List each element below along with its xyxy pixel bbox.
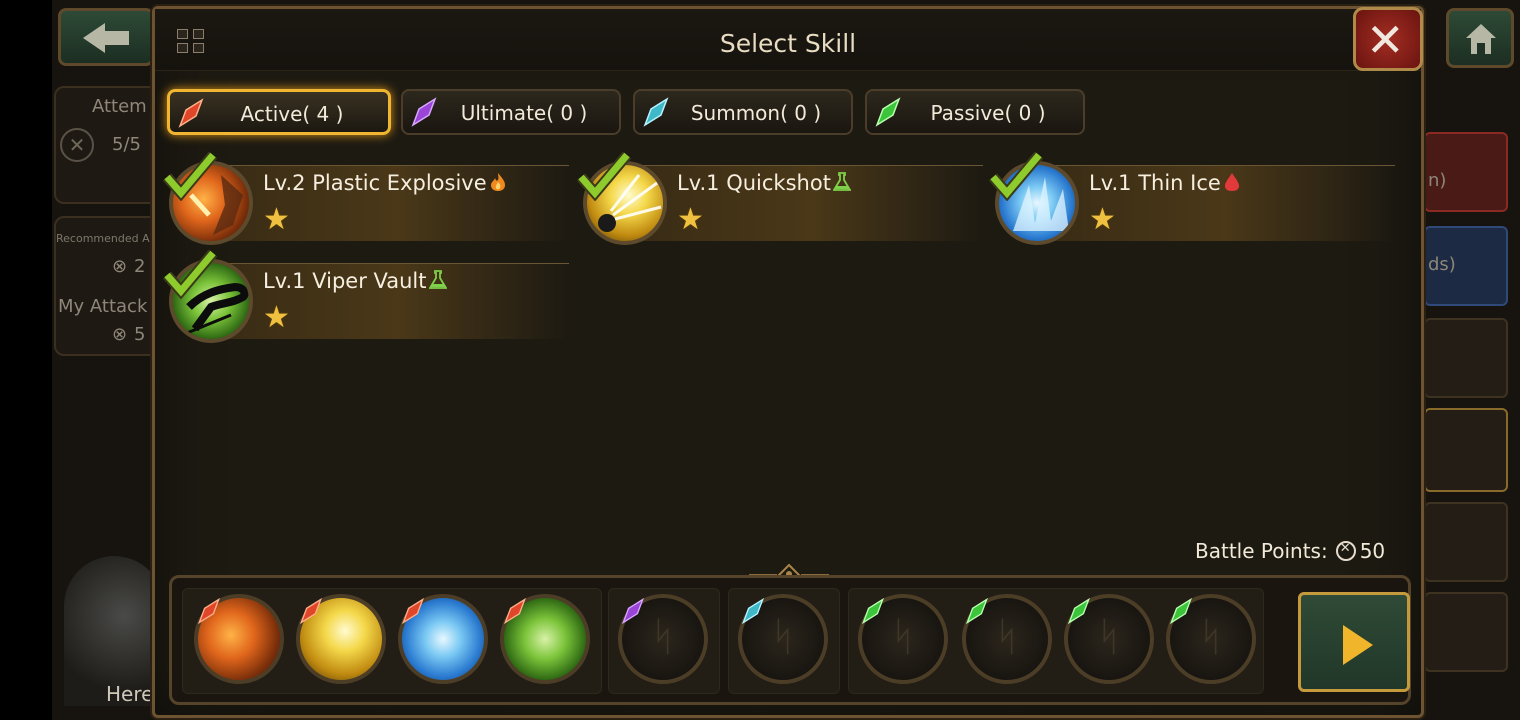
right-panel-item[interactable]	[1424, 502, 1508, 582]
purple-gem-icon	[621, 597, 645, 625]
tab-active[interactable]: Active( 4 )	[167, 89, 391, 135]
red-gem-icon	[503, 597, 527, 625]
star-rating: ★	[677, 202, 704, 237]
modal-title: Select Skill	[719, 29, 857, 58]
green-gem-icon	[1067, 597, 1091, 625]
tab-passive[interactable]: Passive( 0 )	[865, 89, 1085, 135]
flask-icon	[428, 270, 447, 289]
selected-check-icon	[163, 151, 217, 201]
skill-card-plastic-explosive[interactable]: Lv.2 Plastic Explosive ★	[163, 151, 569, 251]
star-rating: ★	[263, 300, 290, 335]
battle-points-value: 50	[1359, 539, 1386, 563]
my-attack-value: 5	[134, 324, 146, 345]
green-gem-icon	[965, 597, 989, 625]
tab-label: Summon( 0 )	[690, 101, 822, 125]
blood-drop-icon	[1224, 173, 1239, 191]
skill-card-viper-vault[interactable]: Lv.1 Viper Vault ★	[163, 249, 569, 349]
my-attack-coin-icon: ⊗	[112, 324, 128, 345]
battle-points: Battle Points: 50	[1195, 539, 1385, 563]
selected-check-icon	[163, 249, 217, 299]
selected-check-icon	[989, 151, 1043, 201]
tab-ultimate[interactable]: Ultimate( 0 )	[401, 89, 621, 135]
star-rating: ★	[1089, 202, 1116, 237]
hero-label: Here	[106, 682, 154, 706]
green-gem-icon	[861, 597, 885, 625]
close-button[interactable]: ✕	[1353, 7, 1423, 71]
right-panel-text: n)	[1428, 170, 1447, 191]
star-rating: ★	[263, 202, 290, 237]
start-battle-button[interactable]	[1298, 592, 1410, 692]
my-attack-label: My Attack	[58, 296, 148, 317]
right-panel-text: ds)	[1428, 254, 1456, 275]
recommended-value: 2	[134, 256, 146, 277]
fire-icon	[490, 173, 505, 191]
tab-summon[interactable]: Summon( 0 )	[633, 89, 853, 135]
skill-card-thin-ice[interactable]: Lv.1 Thin Ice ★	[989, 151, 1395, 251]
green-gem-icon	[1169, 597, 1193, 625]
home-button[interactable]	[1446, 8, 1514, 68]
right-panel-item[interactable]	[1424, 318, 1508, 398]
tab-label: Active( 4 )	[240, 102, 344, 126]
select-skill-modal: Select Skill ✕ Active( 4 ) Ultimate( 0 )…	[152, 6, 1424, 718]
back-button[interactable]	[58, 8, 154, 66]
flask-icon	[832, 172, 851, 191]
red-gem-icon	[197, 597, 221, 625]
recommended-coin-icon: ⊗	[112, 256, 128, 277]
close-icon: ✕	[1366, 13, 1405, 67]
play-icon	[1343, 625, 1373, 665]
skill-name: Lv.2 Plastic Explosive	[263, 171, 487, 195]
battle-points-label: Battle Points:	[1195, 539, 1328, 563]
tab-label: Ultimate( 0 )	[460, 101, 588, 125]
selected-check-icon	[577, 151, 631, 201]
back-arrow-icon	[83, 23, 105, 53]
attempts-label: Attem	[92, 96, 147, 117]
skill-name: Lv.1 Thin Ice	[1089, 171, 1221, 195]
cyan-gem-icon	[741, 597, 765, 625]
skill-name: Lv.1 Viper Vault	[263, 269, 427, 293]
red-gem-icon	[299, 597, 323, 625]
home-icon	[1466, 24, 1496, 54]
right-panel-item[interactable]	[1424, 408, 1508, 492]
tab-label: Passive( 0 )	[930, 101, 1046, 125]
skill-slot-tray	[169, 575, 1411, 705]
attempts-value: 5/5	[112, 134, 141, 155]
skill-card-quickshot[interactable]: Lv.1 Quickshot ★	[577, 151, 983, 251]
recommended-label: Recommended A	[56, 232, 150, 245]
modal-header: Select Skill ✕	[155, 7, 1423, 71]
swords-icon: ✕	[60, 128, 94, 162]
battle-coin-icon	[1335, 541, 1356, 561]
right-panel-item[interactable]	[1424, 592, 1508, 672]
red-gem-icon	[401, 597, 425, 625]
skill-name: Lv.1 Quickshot	[677, 171, 831, 195]
